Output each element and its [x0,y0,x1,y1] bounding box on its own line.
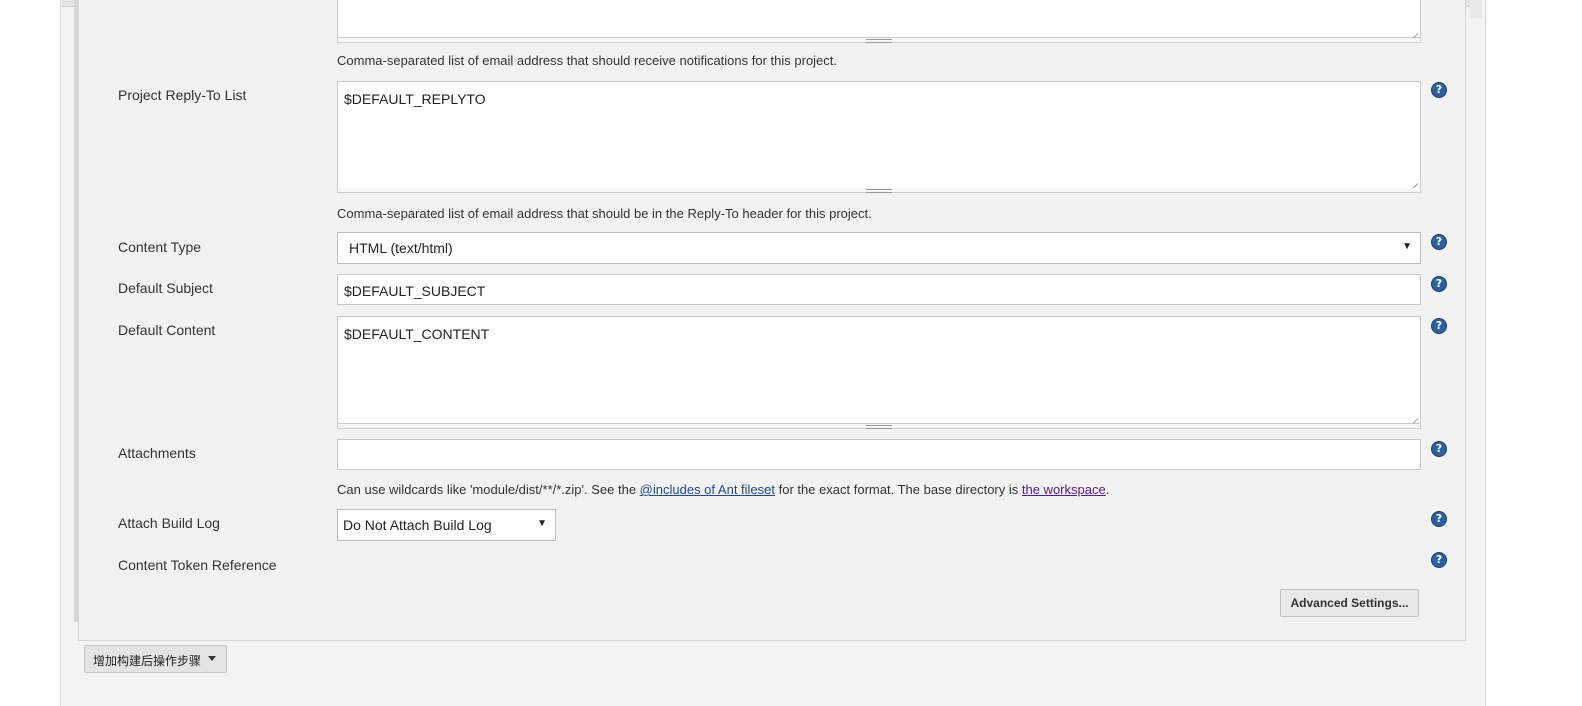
attach-build-log-selected: Do Not Attach Build Log [343,517,492,533]
default-content-help-icon[interactable]: ? [1431,318,1447,334]
attachments-label: Attachments [118,445,196,461]
reply-to-label: Project Reply-To List [118,87,247,103]
recipient-list-description: Comma-separated list of email address th… [337,53,838,68]
reply-to-resize-handle[interactable] [1411,177,1419,185]
add-post-build-step-label: 增加构建后操作步骤 [93,654,202,668]
attachments-help-icon[interactable]: ? [1431,441,1447,457]
workspace-link[interactable]: the workspace [1022,482,1106,497]
reply-to-help-icon[interactable]: ? [1431,82,1447,98]
content-type-label: Content Type [118,239,202,255]
reply-to-description: Comma-separated list of email address th… [337,206,872,221]
attachments-description: Can use wildcards like 'module/dist/**/*… [337,482,1109,497]
scrollbar-fragment[interactable] [1470,0,1482,18]
default-content-resize-handle[interactable] [1411,412,1419,420]
attachments-input[interactable] [337,439,1421,470]
attach-build-log-select[interactable]: Do Not Attach Build Log ▼ [337,509,556,541]
advanced-settings-button[interactable]: Advanced Settings... [1280,589,1419,617]
section-drag-handle[interactable] [74,0,78,622]
chevron-down-icon: ▼ [1402,241,1412,252]
content-type-help-icon[interactable]: ? [1431,234,1447,250]
attachments-desc-middle: for the exact format. The base directory… [775,482,1022,497]
add-post-build-step-button[interactable]: 增加构建后操作步骤 [84,645,227,673]
attachments-desc-suffix: . [1105,482,1110,497]
attach-build-log-label: Attach Build Log [118,515,220,531]
recipient-list-grip[interactable] [337,38,1421,43]
recipient-list-resize-handle[interactable] [1411,27,1419,35]
ant-fileset-link[interactable]: @includes of Ant fileset [640,482,775,497]
content-type-select[interactable]: HTML (text/html) ▼ [337,232,1421,264]
attachments-desc-prefix: Can use wildcards like 'module/dist/**/*… [337,482,640,497]
default-subject-input[interactable]: $DEFAULT_SUBJECT [337,274,1421,305]
default-content-grip[interactable] [337,424,1421,429]
default-content-textarea[interactable]: $DEFAULT_CONTENT [337,316,1421,424]
default-subject-label: Default Subject [118,280,213,296]
chevron-down-icon: ▼ [537,518,547,529]
content-token-reference-label: Content Token Reference [118,557,277,573]
caret-down-icon [208,656,216,661]
default-subject-help-icon[interactable]: ? [1431,276,1447,292]
default-content-label: Default Content [118,322,216,338]
recipient-list-textarea[interactable] [337,0,1421,38]
attach-build-log-help-icon[interactable]: ? [1431,511,1447,527]
content-type-selected: HTML (text/html) [349,240,453,256]
content-token-reference-help-icon[interactable]: ? [1431,552,1447,568]
reply-to-grip[interactable] [337,188,1421,193]
reply-to-textarea[interactable]: $DEFAULT_REPLYTO [337,81,1421,189]
